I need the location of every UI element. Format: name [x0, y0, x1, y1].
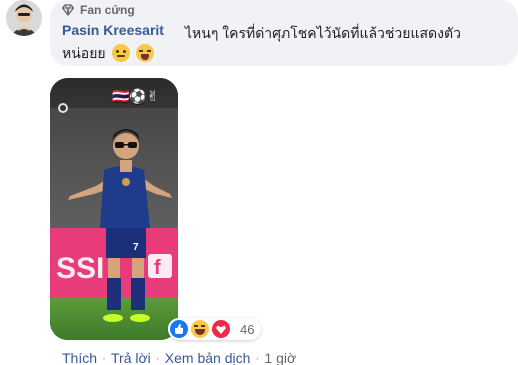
author-name[interactable]: Pasin Kreesarit	[62, 22, 164, 38]
comment-text-line2: หน่อยย	[62, 45, 106, 61]
comment-item: Fan cứng Pasin Kreesarit ไหนๆ ใครที่ด่าศ…	[0, 0, 518, 365]
comment-text-line1: ไหนๆ ใครที่ด่าศุภโชคไว้นัดที่แล้วช่วยแสด…	[185, 25, 461, 41]
badge-label: Fan cứng	[80, 3, 135, 17]
avatar-image	[6, 0, 42, 36]
like-reaction-icon	[168, 318, 190, 340]
diamond-icon	[61, 4, 75, 16]
photo-caption: 🇹🇭⚽✌	[112, 88, 159, 104]
timestamp[interactable]: 1 giờ	[264, 350, 296, 365]
haha-reaction-icon	[189, 318, 211, 340]
avatar[interactable]	[6, 0, 42, 36]
love-reaction-icon	[210, 318, 232, 340]
reaction-count: 46	[240, 321, 255, 337]
reactions-summary[interactable]: 46	[168, 318, 262, 340]
svg-text:f: f	[154, 257, 161, 279]
svg-text:SSI: SSI	[56, 252, 104, 285]
top-fan-badge[interactable]: Fan cứng	[61, 3, 135, 17]
worried-face-icon	[111, 44, 130, 62]
separator-dot: ·	[102, 351, 107, 365]
separator-dot: ·	[155, 351, 160, 365]
like-action[interactable]: Thích	[62, 350, 97, 365]
see-translation-action[interactable]: Xem bản dịch	[165, 350, 251, 365]
svg-text:7: 7	[133, 242, 139, 253]
comment-text-line2-row: หน่อยย	[62, 44, 154, 62]
separator-dot: ·	[255, 351, 260, 365]
comment-actions: Thích · Trả lời · Xem bản dịch · 1 giờ	[62, 350, 296, 365]
crying-face-icon	[135, 44, 154, 62]
photo-image: SSI f 7	[50, 78, 178, 340]
reply-action[interactable]: Trả lời	[111, 350, 151, 365]
comment-photo[interactable]: SSI f 7 🇹🇭⚽✌	[50, 78, 178, 340]
